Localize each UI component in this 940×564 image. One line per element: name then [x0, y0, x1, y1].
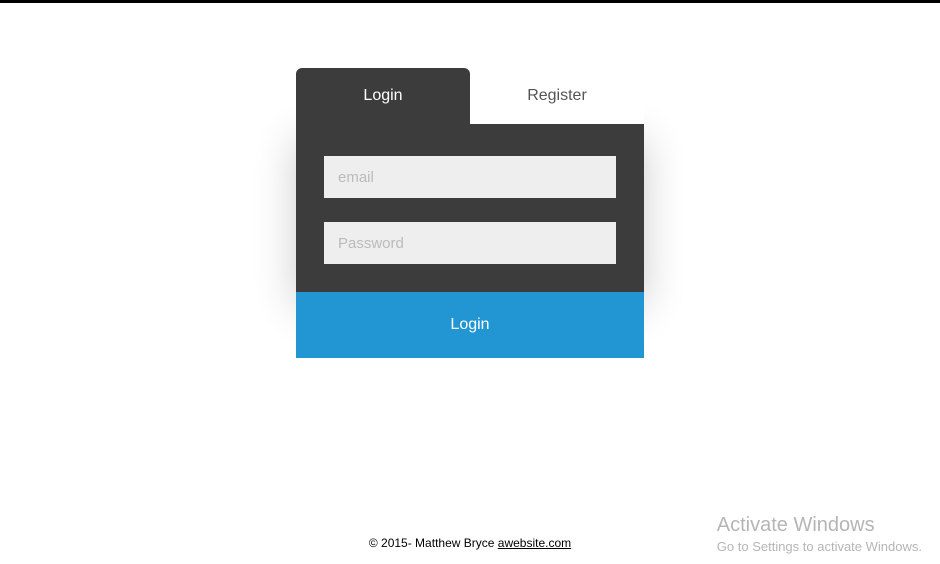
footer-link[interactable]: awebsite.com [498, 536, 571, 550]
footer-copyright: © 2015- Matthew Bryce [369, 536, 498, 550]
login-card: Login Register Login [296, 68, 644, 358]
watermark-title: Activate Windows [717, 514, 922, 537]
watermark-subtitle: Go to Settings to activate Windows. [717, 539, 922, 554]
login-button[interactable]: Login [296, 292, 644, 358]
activate-windows-watermark: Activate Windows Go to Settings to activ… [717, 514, 922, 554]
auth-tabs: Login Register [296, 68, 644, 124]
tab-register[interactable]: Register [470, 68, 644, 124]
tab-login-label: Login [363, 87, 402, 104]
tab-login[interactable]: Login [296, 68, 470, 124]
login-button-label: Login [450, 316, 489, 333]
login-form-panel [296, 124, 644, 292]
password-field[interactable] [324, 222, 616, 264]
tab-register-label: Register [527, 87, 587, 104]
email-field[interactable] [324, 156, 616, 198]
